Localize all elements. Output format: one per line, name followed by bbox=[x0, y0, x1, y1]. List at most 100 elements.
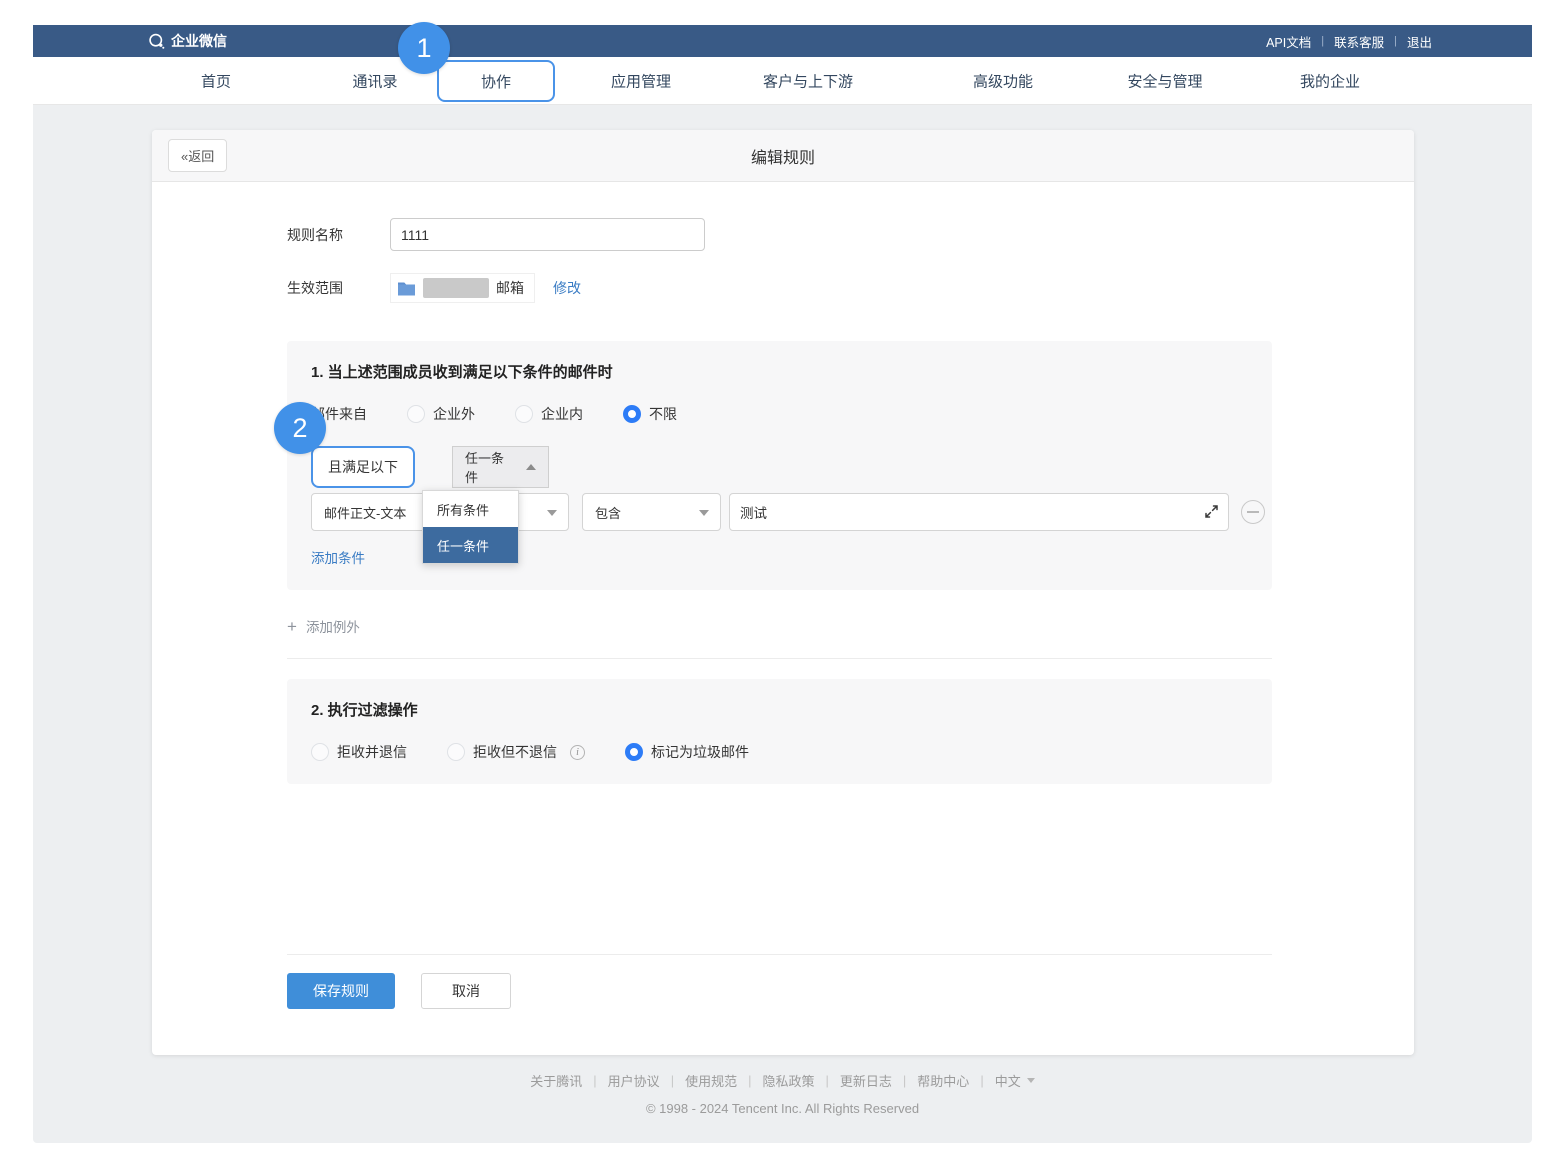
annotation-step-2-badge: 2 bbox=[274, 402, 326, 454]
radio-label: 拒收但不退信 bbox=[473, 742, 557, 762]
radio-icon[interactable] bbox=[447, 743, 465, 761]
condition-value-input[interactable] bbox=[729, 493, 1229, 531]
match-row: 且满足以下 任一条件 bbox=[311, 446, 1272, 488]
radio-icon[interactable] bbox=[515, 405, 533, 423]
radio-option-internal[interactable]: 企业内 bbox=[515, 404, 583, 424]
radio-icon[interactable] bbox=[407, 405, 425, 423]
condition-operator-select[interactable]: 包含 bbox=[582, 493, 721, 531]
filter-action-title: 2. 执行过滤操作 bbox=[311, 699, 1272, 720]
radio-option-reject-bounce[interactable]: 拒收并退信 bbox=[311, 742, 407, 762]
divider: | bbox=[826, 1073, 829, 1088]
footer-user-agreement-link[interactable]: 用户协议 bbox=[608, 1071, 660, 1090]
content-area: «返回 编辑规则 规则名称 生效范围 bbox=[33, 105, 1532, 1143]
radio-label: 企业内 bbox=[541, 404, 583, 424]
edit-rule-card: «返回 编辑规则 规则名称 生效范围 bbox=[152, 130, 1414, 1055]
match-type-menu: 所有条件 任一条件 bbox=[422, 490, 519, 564]
topbar-links: API文档 | 联系客服 | 退出 bbox=[1266, 32, 1432, 51]
add-condition-link[interactable]: 添加条件 bbox=[311, 547, 365, 567]
annotation-step-1-badge: 1 bbox=[398, 22, 450, 74]
divider: | bbox=[980, 1073, 983, 1088]
filter-action-options: 拒收并退信 拒收但不退信 i 标记为垃圾邮件 bbox=[311, 742, 1272, 762]
brand-name: 企业微信 bbox=[171, 31, 227, 51]
add-exception-label: 添加例外 bbox=[306, 616, 360, 636]
divider bbox=[287, 954, 1272, 955]
rule-name-row: 规则名称 bbox=[287, 218, 1414, 251]
match-type-value: 任一条件 bbox=[465, 448, 514, 486]
caret-down-icon bbox=[699, 510, 709, 516]
caret-up-icon bbox=[526, 464, 536, 470]
tab-security-management[interactable]: 安全与管理 bbox=[1127, 70, 1202, 91]
contact-support-link[interactable]: 联系客服 bbox=[1334, 32, 1384, 51]
scope-label: 生效范围 bbox=[287, 278, 365, 298]
redacted-scope-name bbox=[423, 278, 489, 298]
language-label: 中文 bbox=[995, 1071, 1021, 1090]
tab-home[interactable]: 首页 bbox=[201, 70, 231, 91]
plus-icon: + bbox=[287, 618, 297, 635]
footer-help-center-link[interactable]: 帮助中心 bbox=[917, 1071, 969, 1090]
tab-collaboration[interactable]: 协作 bbox=[481, 71, 511, 92]
tab-advanced-features[interactable]: 高级功能 bbox=[973, 70, 1033, 91]
tab-my-company[interactable]: 我的企业 bbox=[1300, 70, 1360, 91]
menu-item-all-conditions[interactable]: 所有条件 bbox=[423, 491, 518, 527]
conditions-panel-title: 1. 当上述范围成员收到满足以下条件的邮件时 bbox=[311, 361, 1272, 382]
copyright: © 1998 - 2024 Tencent Inc. All Rights Re… bbox=[33, 1101, 1532, 1116]
rule-name-label: 规则名称 bbox=[287, 225, 365, 245]
footer-changelog-link[interactable]: 更新日志 bbox=[840, 1071, 892, 1090]
card-body: 规则名称 生效范围 邮箱 bbox=[152, 218, 1414, 1009]
radio-selected-icon[interactable] bbox=[623, 405, 641, 423]
condition-value-wrap bbox=[729, 493, 1229, 531]
api-docs-link[interactable]: API文档 bbox=[1266, 32, 1311, 51]
mail-from-row: 邮件来自 企业外 企业内 不限 bbox=[311, 404, 1272, 424]
cancel-button[interactable]: 取消 bbox=[421, 973, 511, 1009]
tab-collaboration-callout: 协作 bbox=[437, 60, 555, 102]
footer-privacy-link[interactable]: 隐私政策 bbox=[762, 1071, 814, 1090]
divider: | bbox=[903, 1073, 906, 1088]
info-icon[interactable]: i bbox=[570, 745, 585, 760]
footer-usage-policy-link[interactable]: 使用规范 bbox=[685, 1071, 737, 1090]
logout-link[interactable]: 退出 bbox=[1407, 32, 1432, 51]
radio-option-mark-spam[interactable]: 标记为垃圾邮件 bbox=[625, 742, 749, 762]
match-label-annotated: 且满足以下 bbox=[311, 446, 415, 488]
rule-name-input[interactable] bbox=[390, 218, 705, 251]
add-exception-link[interactable]: + 添加例外 bbox=[287, 616, 360, 636]
radio-option-external[interactable]: 企业外 bbox=[407, 404, 475, 424]
radio-option-reject-silent[interactable]: 拒收但不退信 i bbox=[447, 742, 585, 762]
divider: | bbox=[1321, 35, 1324, 47]
condition-field-value: 邮件正文-文本 bbox=[324, 503, 406, 522]
radio-label: 不限 bbox=[649, 404, 677, 424]
caret-down-icon bbox=[547, 510, 557, 516]
expand-icon[interactable] bbox=[1203, 503, 1220, 520]
page-title: 编辑规则 bbox=[152, 144, 1414, 168]
conditions-panel: 1. 当上述范围成员收到满足以下条件的邮件时 邮件来自 企业外 企业内 bbox=[287, 341, 1272, 590]
footer-about-link[interactable]: 关于腾讯 bbox=[530, 1071, 582, 1090]
divider: | bbox=[593, 1073, 596, 1088]
menu-item-any-condition[interactable]: 任一条件 bbox=[423, 527, 518, 563]
wecom-logo-icon bbox=[148, 33, 165, 50]
scope-row: 生效范围 邮箱 修改 bbox=[287, 273, 1414, 303]
card-header: «返回 编辑规则 bbox=[152, 130, 1414, 182]
tab-app-management[interactable]: 应用管理 bbox=[611, 70, 671, 91]
main-nav: 首页 通讯录 协作 应用管理 客户与上下游 高级功能 安全与管理 我的企业 bbox=[33, 57, 1532, 105]
remove-condition-button[interactable] bbox=[1241, 500, 1265, 524]
radio-icon[interactable] bbox=[311, 743, 329, 761]
radio-option-unlimited[interactable]: 不限 bbox=[623, 404, 677, 424]
save-rule-button[interactable]: 保存规则 bbox=[287, 973, 395, 1009]
modify-scope-link[interactable]: 修改 bbox=[553, 278, 581, 298]
form-actions: 保存规则 取消 bbox=[287, 973, 1414, 1009]
radio-label: 企业外 bbox=[433, 404, 475, 424]
divider bbox=[287, 658, 1272, 659]
scope-suffix: 邮箱 bbox=[496, 278, 524, 298]
tab-customers[interactable]: 客户与上下游 bbox=[763, 70, 853, 91]
scope-tag: 邮箱 bbox=[390, 273, 535, 303]
divider: | bbox=[748, 1073, 751, 1088]
language-selector[interactable]: 中文 bbox=[995, 1071, 1035, 1090]
folder-icon bbox=[397, 280, 416, 296]
footer-links: 关于腾讯 | 用户协议 | 使用规范 | 隐私政策 | 更新日志 | 帮助中心 | 中文 bbox=[33, 1071, 1532, 1090]
divider: | bbox=[671, 1073, 674, 1088]
page-footer: 关于腾讯 | 用户协议 | 使用规范 | 隐私政策 | 更新日志 | 帮助中心 | 中文 ©… bbox=[33, 1071, 1532, 1116]
match-type-dropdown[interactable]: 任一条件 bbox=[452, 446, 549, 488]
topbar: 企业微信 API文档 | 联系客服 | 退出 bbox=[33, 25, 1532, 57]
radio-selected-icon[interactable] bbox=[625, 743, 643, 761]
brand: 企业微信 bbox=[148, 31, 227, 51]
tab-contacts[interactable]: 通讯录 bbox=[352, 70, 397, 91]
